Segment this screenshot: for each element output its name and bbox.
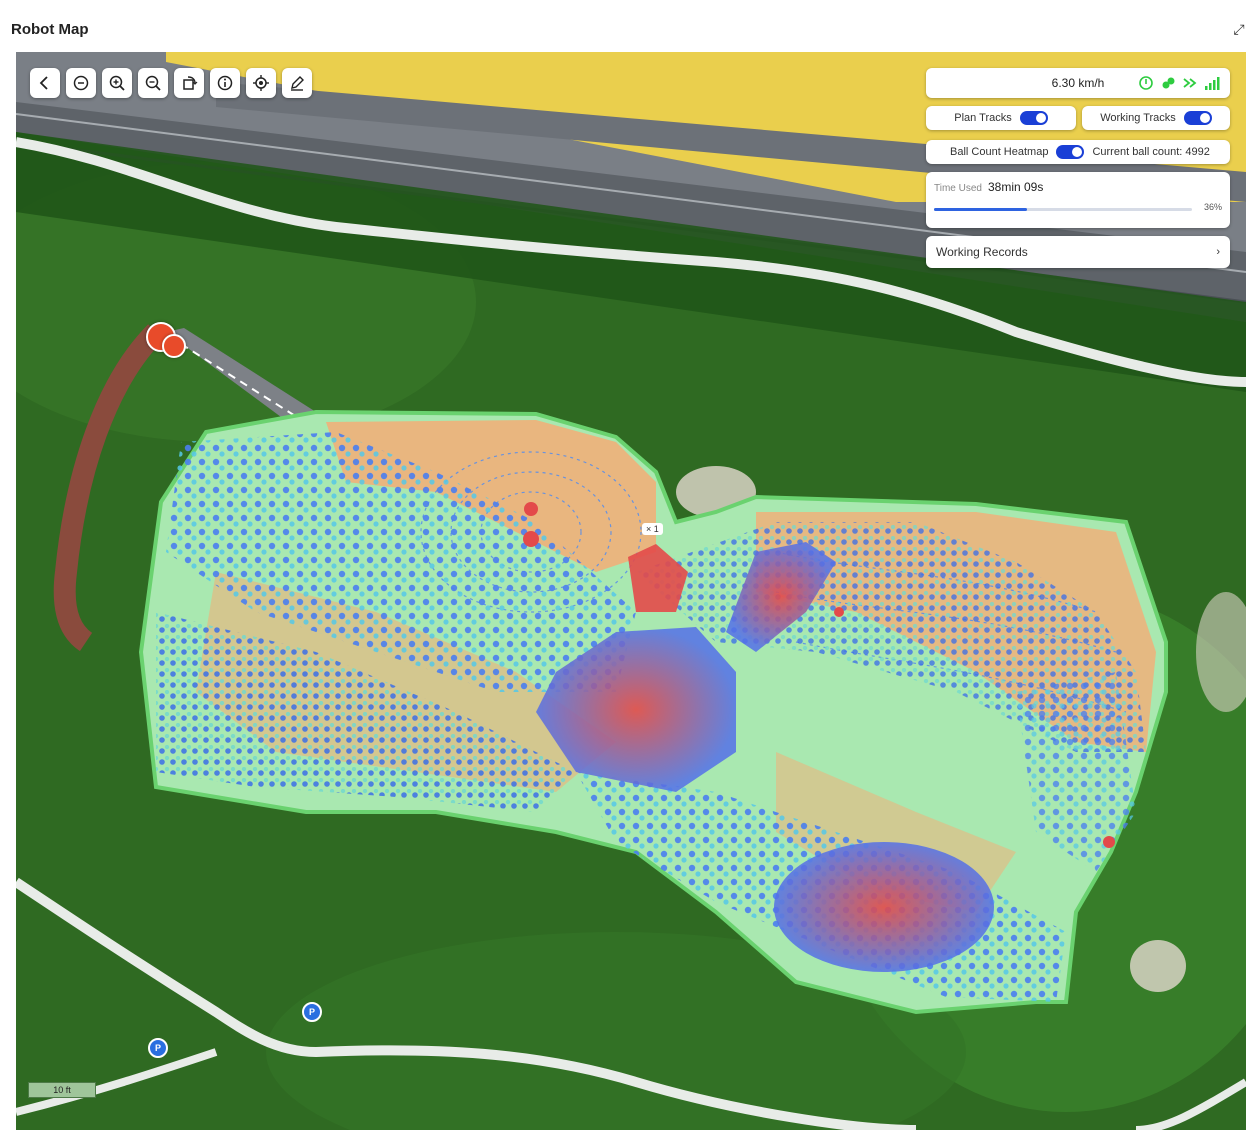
scale-bar: 10 ft <box>28 1082 98 1102</box>
scale-label: 10 ft <box>28 1082 96 1098</box>
time-card: Time Used 38min 09s 36% <box>926 172 1230 228</box>
ball-icon <box>1160 75 1176 91</box>
time-progress-fill <box>934 208 1027 211</box>
working-tracks-card: Working Tracks <box>1082 106 1230 130</box>
edit-button[interactable] <box>282 68 312 98</box>
speed-value: 6.30 km/h <box>1051 76 1105 90</box>
chevron-right-icon: › <box>1216 246 1220 258</box>
working-records-label: Working Records <box>936 245 1028 259</box>
back-button[interactable] <box>30 68 60 98</box>
signal-bars-icon <box>1204 75 1220 91</box>
zoom-out-icon <box>145 75 161 91</box>
heatmap-label: Ball Count Heatmap <box>950 146 1049 158</box>
heatmap-card: Ball Count Heatmap Current ball count: 4… <box>926 140 1230 164</box>
robot-marker-secondary[interactable] <box>162 334 186 358</box>
pencil-icon <box>291 76 304 91</box>
working-tracks-label: Working Tracks <box>1100 112 1176 124</box>
working-tracks-toggle[interactable] <box>1183 111 1212 125</box>
signal-arrows-icon <box>1182 75 1198 91</box>
speed-card: 6.30 km/h <box>926 68 1230 98</box>
time-progress-percent: 36% <box>1203 202 1222 212</box>
minus-circle-icon <box>73 75 89 91</box>
window-title: Robot Map <box>11 21 89 38</box>
robot-map[interactable]: × 1 P P 6.30 km/h Plan Tracks Working Tr… <box>16 52 1246 1130</box>
plan-tracks-toggle[interactable] <box>1019 111 1048 125</box>
time-used-label: Time Used <box>934 183 982 194</box>
zoom-out-button[interactable] <box>138 68 168 98</box>
plan-tracks-label: Plan Tracks <box>954 112 1012 124</box>
info-button[interactable] <box>210 68 240 98</box>
plan-tracks-card: Plan Tracks <box>926 106 1076 130</box>
rotate-button[interactable] <box>174 68 204 98</box>
chevron-left-icon <box>39 76 48 90</box>
working-records-button[interactable]: Working Records › <box>926 236 1230 268</box>
info-icon <box>217 75 233 91</box>
fullscreen-icon[interactable]: ⤢ <box>1230 20 1248 38</box>
parking-marker[interactable]: P <box>302 1002 322 1022</box>
title-bar: Robot Map ⤢ <box>0 0 1260 52</box>
rotate-icon <box>183 76 198 90</box>
power-icon <box>1138 75 1154 91</box>
heatmap-toggle[interactable] <box>1056 145 1085 159</box>
minus-button[interactable] <box>66 68 96 98</box>
locate-icon <box>253 75 269 91</box>
zoom-in-icon <box>109 75 125 91</box>
time-used-value: 38min 09s <box>987 180 1044 194</box>
locate-button[interactable] <box>246 68 276 98</box>
parking-marker[interactable]: P <box>148 1038 168 1058</box>
status-icons <box>1138 75 1220 91</box>
ball-count-label: × 1 <box>642 523 663 535</box>
map-toolbar <box>30 68 312 98</box>
zoom-in-button[interactable] <box>102 68 132 98</box>
ball-count-text: Current ball count: 4992 <box>1092 146 1210 158</box>
time-progress-bar <box>934 208 1192 211</box>
